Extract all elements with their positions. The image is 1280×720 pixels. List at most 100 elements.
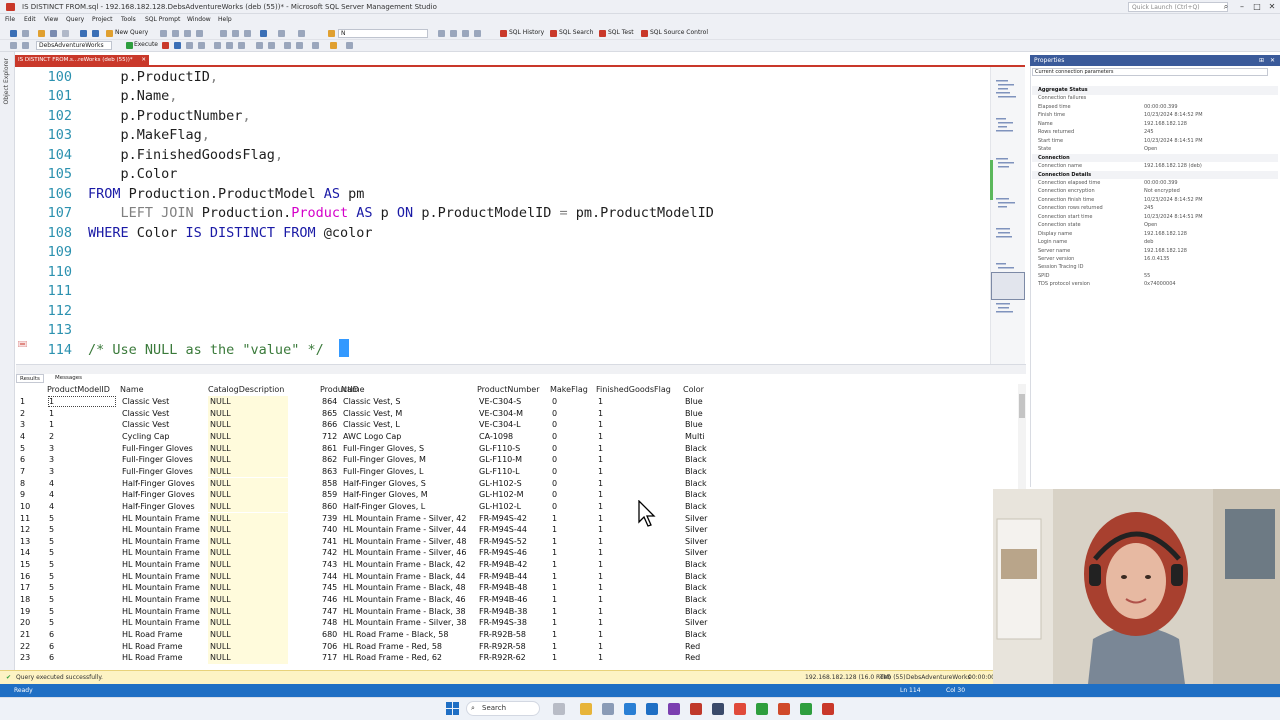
row-number[interactable]: 8 — [20, 478, 25, 490]
grid-cell[interactable]: NULL — [208, 547, 288, 560]
code-line[interactable]: 112 — [16, 301, 990, 321]
grid-cell[interactable]: FR-R92B-58 — [479, 629, 526, 641]
grid-cell[interactable]: 1 — [552, 559, 557, 571]
grid-cell[interactable]: GL-F110-L — [479, 466, 520, 478]
close-tab-icon[interactable]: ✕ — [141, 55, 146, 65]
property-row[interactable]: Connection encryption Not encrypted — [1032, 187, 1278, 196]
grid-cell[interactable]: Red — [685, 641, 700, 653]
document-tab[interactable]: IS DISTINCT FROM.s...reWorks (deb (55))*… — [15, 55, 149, 65]
row-number[interactable]: 4 — [20, 431, 25, 443]
property-row[interactable]: Name 192.168.182.128 — [1032, 120, 1278, 129]
property-row[interactable]: Display name 192.168.182.128 — [1032, 230, 1278, 239]
menu-project[interactable]: Project — [92, 16, 113, 23]
decrease-indent-icon[interactable] — [284, 42, 291, 49]
grid-cell[interactable]: NULL — [208, 652, 288, 664]
grid-cell[interactable]: Cycling Cap — [122, 431, 169, 443]
grid-cell[interactable]: 1 — [598, 454, 603, 466]
grid-cell[interactable]: HL Mountain Frame — [122, 594, 200, 606]
grid-cell[interactable]: 1 — [598, 629, 603, 641]
new-query-icon[interactable] — [106, 30, 113, 37]
grid-cell[interactable]: Red — [685, 652, 700, 664]
property-row[interactable]: Session Tracing ID — [1032, 263, 1278, 272]
column-header[interactable]: ProductNumber — [477, 384, 540, 396]
quick-launch-input[interactable]: Quick Launch (Ctrl+Q) — [1128, 2, 1228, 12]
grid-cell[interactable]: NULL — [208, 617, 288, 629]
grid-cell[interactable]: FR-M94B-42 — [479, 559, 527, 571]
grid-cell[interactable]: GL-H102-M — [479, 489, 523, 501]
grid-cell[interactable]: VE-C304-S — [479, 396, 521, 408]
grid-cell[interactable]: HL Mountain Frame - Silver, 42 — [343, 513, 466, 525]
grid-cell[interactable]: 0 — [552, 489, 557, 501]
close-panel-icon[interactable]: ✕ — [1270, 55, 1275, 66]
property-row[interactable]: Server version 16.0.4135 — [1032, 255, 1278, 264]
results-to-grid-icon[interactable] — [226, 42, 233, 49]
grid-cell[interactable]: Full-Finger Gloves, M — [343, 454, 426, 466]
grid-cell[interactable]: 744 — [322, 571, 337, 583]
grid-cell[interactable]: Multi — [685, 431, 705, 443]
column-header[interactable]: ProductModelID — [47, 384, 110, 396]
grid-cell[interactable]: GL-H102-S — [479, 478, 522, 490]
remote-desktop-icon[interactable] — [624, 703, 636, 715]
column-header[interactable]: Color — [683, 384, 704, 396]
grid-cell[interactable]: 1 — [552, 513, 557, 525]
property-row[interactable]: Connection failures — [1032, 94, 1278, 103]
grid-cell[interactable]: 5 — [49, 513, 54, 525]
grid-cell[interactable]: NULL — [208, 559, 288, 571]
stop-icon[interactable] — [162, 42, 169, 49]
grid-cell[interactable]: NULL — [208, 465, 288, 478]
app-green-icon[interactable] — [756, 703, 768, 715]
row-number[interactable]: 10 — [20, 501, 30, 513]
increase-indent-icon[interactable] — [296, 42, 303, 49]
sql-prompt-icon[interactable] — [346, 42, 353, 49]
grid-cell[interactable]: 1 — [552, 582, 557, 594]
copy-icon-2[interactable] — [232, 30, 239, 37]
sql-source-control-button[interactable]: SQL Source Control — [650, 28, 708, 38]
grid-cell[interactable]: Black — [685, 606, 707, 618]
task-view-icon[interactable] — [553, 703, 565, 715]
db-query-icon[interactable] — [160, 30, 167, 37]
grid-cell[interactable]: Full-Finger Gloves — [122, 454, 193, 466]
menu-edit[interactable]: Edit — [24, 16, 36, 23]
grid-cell[interactable]: NULL — [208, 442, 288, 455]
grid-cell[interactable]: Black — [685, 629, 707, 641]
grid-cell[interactable]: 1 — [598, 524, 603, 536]
grid-cell[interactable]: 1 — [598, 641, 603, 653]
grid-cell[interactable]: NULL — [208, 500, 288, 513]
find-combobox[interactable]: N — [338, 29, 428, 38]
maximize-button[interactable]: □ — [1251, 2, 1263, 12]
properties-icon[interactable] — [450, 30, 457, 37]
grid-cell[interactable]: HL Mountain Frame — [122, 547, 200, 559]
grid-cell[interactable]: HL Mountain Frame — [122, 571, 200, 583]
grid-cell[interactable]: 1 — [552, 606, 557, 618]
grid-cell[interactable]: 5 — [49, 559, 54, 571]
close-button[interactable]: ✕ — [1266, 2, 1278, 12]
grid-cell[interactable]: Black — [685, 571, 707, 583]
grid-cell[interactable]: AWC Logo Cap — [343, 431, 401, 443]
sql-search-icon[interactable] — [550, 30, 557, 37]
grid-cell[interactable]: 858 — [322, 478, 337, 490]
code-line[interactable]: 101 p.Name, — [16, 86, 990, 106]
display-plan-icon[interactable] — [186, 42, 193, 49]
code-line[interactable]: 107 LEFT JOIN Production.Product AS p ON… — [16, 203, 990, 223]
grid-cell[interactable]: HL Mountain Frame — [122, 559, 200, 571]
taskbar-search[interactable]: ⌕ Search — [466, 701, 540, 716]
back-icon[interactable] — [10, 30, 17, 37]
grid-cell[interactable]: HL Mountain Frame - Silver, 46 — [343, 547, 466, 559]
grid-cell[interactable]: 5 — [49, 536, 54, 548]
column-header[interactable]: Name — [341, 384, 365, 396]
grid-cell[interactable]: Classic Vest — [122, 408, 169, 420]
grid-cell[interactable]: Black — [685, 559, 707, 571]
layout-icon[interactable] — [474, 30, 481, 37]
grid-cell[interactable]: 6 — [49, 652, 54, 664]
grid-cell[interactable]: HL Road Frame — [122, 652, 183, 664]
grid-cell[interactable]: 712 — [322, 431, 337, 443]
grid-cell[interactable]: 0 — [552, 419, 557, 431]
code-line[interactable]: 103 p.MakeFlag, — [16, 125, 990, 145]
grid-cell[interactable]: HL Mountain Frame — [122, 536, 200, 548]
grid-cell[interactable]: 1 — [552, 524, 557, 536]
results-to-text-icon[interactable] — [214, 42, 221, 49]
code-line[interactable]: 100 p.ProductID, — [16, 67, 990, 87]
row-number[interactable]: 15 — [20, 559, 30, 571]
grid-cell[interactable]: Black — [685, 443, 707, 455]
open-folder-icon[interactable] — [38, 30, 45, 37]
